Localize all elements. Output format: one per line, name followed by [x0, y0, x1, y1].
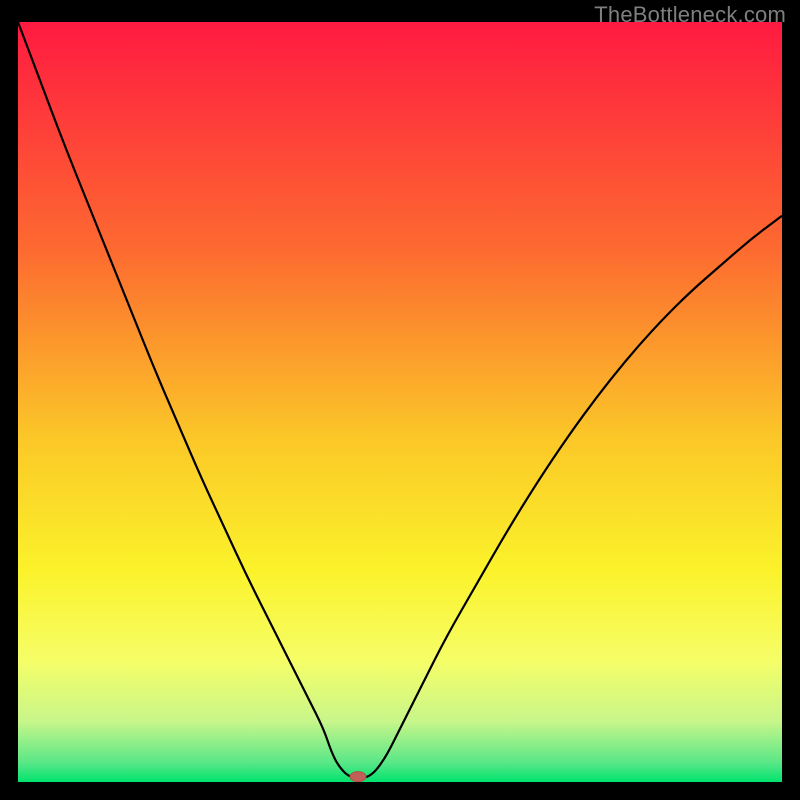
plot-area: [18, 22, 782, 782]
gradient-background: [18, 22, 782, 782]
chart-frame: TheBottleneck.com: [0, 0, 800, 800]
chart-svg: [18, 22, 782, 782]
optimal-marker: [350, 772, 366, 782]
watermark-text: TheBottleneck.com: [594, 2, 786, 28]
